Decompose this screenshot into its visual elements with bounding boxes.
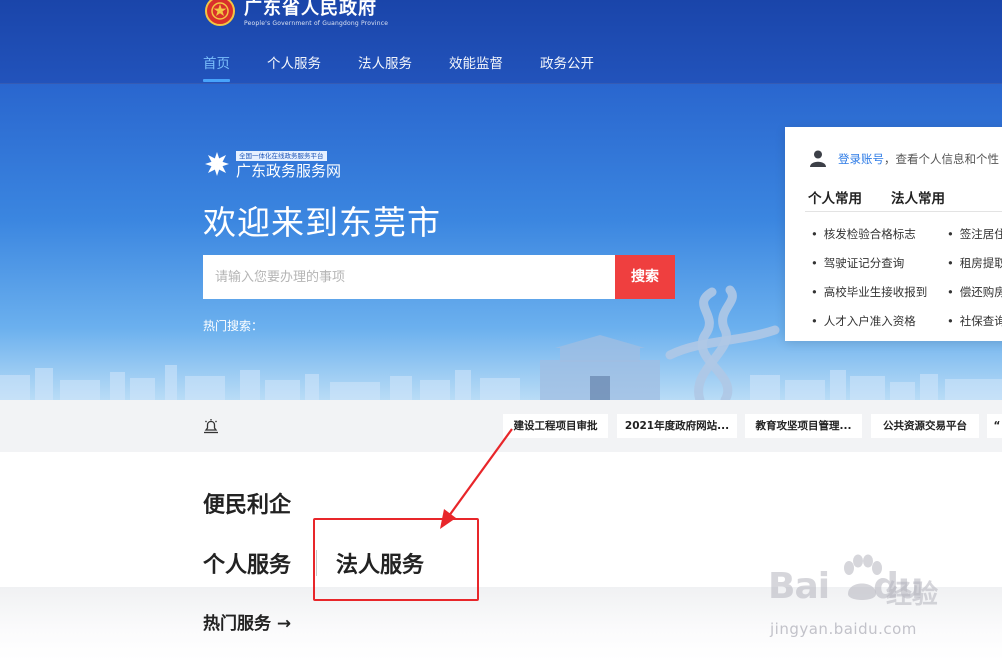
baidu-paw-icon: [844, 554, 882, 600]
personal-common-list: 核发检验合格标志 驾驶证记分查询 高校毕业生接收报到 人才入户准入资格: [811, 220, 928, 336]
list-item[interactable]: 签注居住: [947, 220, 1002, 249]
hot-services-link[interactable]: 热门服务 →: [203, 609, 291, 634]
list-item[interactable]: 租房提取: [947, 249, 1002, 278]
login-prompt-text: ，查看个人信息和个性: [884, 152, 999, 166]
list-item[interactable]: 社保查询: [947, 307, 1002, 336]
watermark-url: jingyan.baidu.com: [770, 620, 917, 638]
section-title: 便民利企: [203, 493, 292, 518]
notice-bell-icon: [204, 419, 218, 434]
nav-government-affairs[interactable]: 政务公开: [540, 52, 594, 82]
notice-pill[interactable]: “: [987, 414, 1002, 438]
annotation-highlight-box: [313, 518, 479, 601]
login-prompt: 登录账号，查看个人信息和个性: [838, 151, 999, 167]
top-header: 广东省人民政府 People's Government of Guangdong…: [0, 0, 1002, 84]
legal-common-list: 签注居住 租房提取 偿还购房 社保查询: [947, 220, 1002, 336]
welcome-heading: 欢迎来到东莞市: [203, 203, 441, 242]
nav-home[interactable]: 首页: [203, 52, 230, 82]
notice-pill[interactable]: 2021年度政府网站...: [617, 414, 737, 438]
gov-title[interactable]: 广东省人民政府: [244, 0, 377, 20]
platform-name[interactable]: 广东政务服务网: [236, 160, 341, 181]
login-link[interactable]: 登录账号: [838, 152, 884, 166]
watermark-brand-part1: Bai: [768, 566, 830, 607]
jingyan-watermark: 经验: [886, 580, 939, 610]
list-item[interactable]: 偿还购房: [947, 278, 1002, 307]
notice-pill[interactable]: 建设工程项目审批: [503, 414, 608, 438]
user-icon: [810, 150, 826, 167]
list-item[interactable]: 驾驶证记分查询: [811, 249, 927, 278]
list-item[interactable]: 核发检验合格标志: [811, 220, 927, 249]
card-divider: [805, 211, 1002, 212]
nav-personal-services[interactable]: 个人服务: [267, 52, 321, 82]
national-emblem-icon: [205, 0, 235, 26]
main-nav: 首页 个人服务 法人服务 效能监督 政务公开: [203, 52, 631, 82]
tab-personal-common[interactable]: 个人常用: [808, 187, 862, 207]
list-item[interactable]: 人才入户准入资格: [811, 307, 927, 336]
search-input[interactable]: [203, 255, 615, 299]
page-root: 广东省人民政府 People's Government of Guangdong…: [0, 0, 1002, 660]
nav-efficiency-supervision[interactable]: 效能监督: [449, 52, 503, 82]
list-item[interactable]: 高校毕业生接收报到: [811, 278, 928, 307]
hot-search-label: 热门搜索：: [203, 319, 264, 333]
gov-subtitle: People's Government of Guangdong Provinc…: [244, 20, 389, 27]
nav-legal-services[interactable]: 法人服务: [358, 52, 412, 82]
tab-legal-common[interactable]: 法人常用: [891, 187, 945, 207]
platform-logo-icon: [205, 152, 229, 176]
tab-personal-services[interactable]: 个人服务: [203, 547, 291, 579]
notice-pill[interactable]: 公共资源交易平台: [871, 414, 979, 438]
notice-pill[interactable]: 教育攻坚项目管理...: [745, 414, 862, 438]
login-card: 登录账号，查看个人信息和个性 个人常用 法人常用 核发检验合格标志 驾驶证记分查…: [785, 127, 1002, 341]
search-button[interactable]: 搜索: [615, 255, 675, 299]
